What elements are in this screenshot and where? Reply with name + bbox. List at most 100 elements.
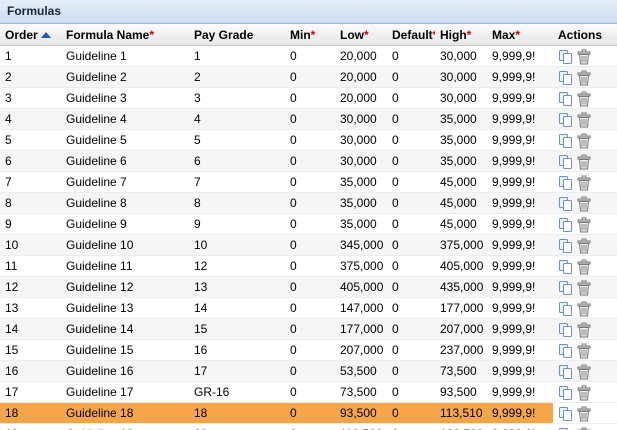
trash-icon[interactable] [576, 133, 592, 149]
cell-max[interactable]: 9,999,9! [487, 423, 553, 430]
cell-pay-grade[interactable]: 12 [189, 255, 285, 277]
cell-formula-name[interactable]: Guideline 17 [61, 381, 189, 403]
cell-pay-grade[interactable]: 3 [189, 87, 285, 109]
cell-min[interactable]: 0 [285, 129, 335, 151]
trash-icon[interactable] [576, 196, 592, 212]
trash-icon[interactable] [576, 322, 592, 338]
cell-default[interactable]: 0 [387, 255, 435, 277]
copy-icon[interactable] [558, 175, 574, 191]
cell-max[interactable]: 9,999,9! [487, 255, 553, 277]
cell-high[interactable]: 45,000 [435, 213, 487, 235]
cell-pay-grade[interactable]: 20 [189, 423, 285, 430]
cell-default[interactable]: 0 [387, 66, 435, 88]
cell-low[interactable]: 73,500 [335, 381, 387, 403]
table-row[interactable]: 4 Guideline 4 4 0 30,000 0 35,000 9,999,… [0, 108, 617, 130]
cell-formula-name[interactable]: Guideline 14 [61, 318, 189, 340]
cell-high[interactable]: 207,000 [435, 318, 487, 340]
trash-icon[interactable] [576, 343, 592, 359]
cell-high[interactable]: 35,000 [435, 129, 487, 151]
table-row[interactable]: 10 Guideline 10 10 0 345,000 0 375,000 9… [0, 234, 617, 256]
cell-max[interactable]: 9,999,9! [487, 234, 553, 256]
copy-icon[interactable] [558, 49, 574, 65]
copy-icon[interactable] [558, 154, 574, 170]
cell-order[interactable]: 15 [0, 339, 61, 361]
cell-pay-grade[interactable]: 14 [189, 297, 285, 319]
cell-default[interactable]: 0 [387, 87, 435, 109]
cell-max[interactable]: 9,999,9! [487, 87, 553, 109]
cell-order[interactable]: 2 [0, 66, 61, 88]
col-header-pay-grade[interactable]: Pay Grade [189, 24, 285, 46]
cell-formula-name[interactable]: Guideline 18 [61, 402, 189, 424]
cell-pay-grade[interactable]: 15 [189, 318, 285, 340]
cell-high[interactable]: 237,000 [435, 339, 487, 361]
trash-icon[interactable] [576, 238, 592, 254]
cell-low[interactable]: 147,000 [335, 297, 387, 319]
cell-max[interactable]: 9,999,9! [487, 213, 553, 235]
cell-low[interactable]: 207,000 [335, 339, 387, 361]
trash-icon[interactable] [576, 259, 592, 275]
copy-icon[interactable] [558, 259, 574, 275]
cell-default[interactable]: 0 [387, 297, 435, 319]
col-header-min[interactable]: Min* [285, 24, 335, 46]
cell-default[interactable]: 0 [387, 402, 435, 424]
cell-max[interactable]: 9,999,9! [487, 339, 553, 361]
cell-high[interactable]: 30,000 [435, 45, 487, 67]
copy-icon[interactable] [558, 406, 574, 422]
cell-max[interactable]: 9,999,9! [487, 150, 553, 172]
cell-pay-grade[interactable]: 5 [189, 129, 285, 151]
table-row[interactable]: 12 Guideline 12 13 0 405,000 0 435,000 9… [0, 276, 617, 298]
cell-low[interactable]: 345,000 [335, 234, 387, 256]
copy-icon[interactable] [558, 385, 574, 401]
cell-formula-name[interactable]: Guideline 12 [61, 276, 189, 298]
cell-order[interactable]: 7 [0, 171, 61, 193]
table-row[interactable]: 14 Guideline 14 15 0 177,000 0 207,000 9… [0, 318, 617, 340]
table-row[interactable]: 11 Guideline 11 12 0 375,000 0 405,000 9… [0, 255, 617, 277]
cell-max[interactable]: 9,999,9! [487, 171, 553, 193]
cell-max[interactable]: 9,999,9! [487, 66, 553, 88]
copy-icon[interactable] [558, 238, 574, 254]
cell-pay-grade[interactable]: 4 [189, 108, 285, 130]
cell-low[interactable]: 35,000 [335, 192, 387, 214]
trash-icon[interactable] [576, 154, 592, 170]
cell-min[interactable]: 0 [285, 339, 335, 361]
cell-high[interactable]: 93,500 [435, 381, 487, 403]
copy-icon[interactable] [558, 196, 574, 212]
cell-pay-grade[interactable]: 10 [189, 234, 285, 256]
cell-pay-grade[interactable]: 6 [189, 150, 285, 172]
trash-icon[interactable] [576, 280, 592, 296]
cell-high[interactable]: 35,000 [435, 150, 487, 172]
trash-icon[interactable] [576, 70, 592, 86]
copy-icon[interactable] [558, 301, 574, 317]
cell-min[interactable]: 0 [285, 108, 335, 130]
cell-default[interactable]: 0 [387, 129, 435, 151]
cell-high[interactable]: 30,000 [435, 87, 487, 109]
trash-icon[interactable] [576, 91, 592, 107]
cell-default[interactable]: 0 [387, 276, 435, 298]
cell-formula-name[interactable]: Guideline 6 [61, 150, 189, 172]
table-row[interactable]: 16 Guideline 16 17 0 53,500 0 73,500 9,9… [0, 360, 617, 382]
cell-max[interactable]: 9,999,9! [487, 276, 553, 298]
cell-formula-name[interactable]: Guideline 15 [61, 339, 189, 361]
cell-default[interactable]: 0 [387, 234, 435, 256]
table-row[interactable]: 15 Guideline 15 16 0 207,000 0 237,000 9… [0, 339, 617, 361]
cell-formula-name[interactable]: Guideline 7 [61, 171, 189, 193]
col-header-default[interactable]: Default* [387, 24, 435, 46]
copy-icon[interactable] [558, 322, 574, 338]
trash-icon[interactable] [576, 175, 592, 191]
cell-high[interactable]: 113,510 [435, 402, 487, 424]
cell-order[interactable]: 16 [0, 360, 61, 382]
cell-default[interactable]: 0 [387, 213, 435, 235]
cell-high[interactable]: 73,500 [435, 360, 487, 382]
table-row[interactable]: 7 Guideline 7 7 0 35,000 0 45,000 9,999,… [0, 171, 617, 193]
cell-formula-name[interactable]: Guideline 9 [61, 213, 189, 235]
trash-icon[interactable] [576, 49, 592, 65]
cell-formula-name[interactable]: Guideline 1 [61, 45, 189, 67]
cell-min[interactable]: 0 [285, 276, 335, 298]
cell-low[interactable]: 405,000 [335, 276, 387, 298]
cell-max[interactable]: 9,999,9! [487, 129, 553, 151]
cell-default[interactable]: 0 [387, 192, 435, 214]
cell-formula-name[interactable]: Guideline 11 [61, 255, 189, 277]
cell-min[interactable]: 0 [285, 423, 335, 430]
cell-formula-name[interactable]: Guideline 10 [61, 234, 189, 256]
cell-low[interactable]: 20,000 [335, 66, 387, 88]
